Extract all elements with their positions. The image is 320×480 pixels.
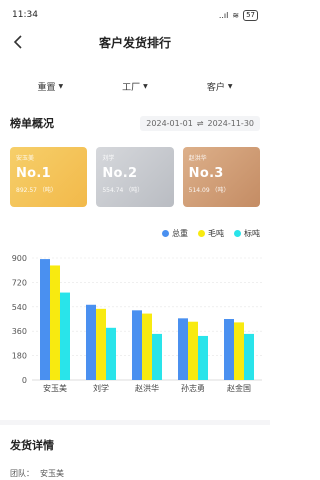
rank-card-name: 安玉美 [16, 155, 35, 162]
bar-standard [60, 292, 70, 380]
rank-card-rank: No.3 [188, 166, 224, 181]
bar-gross [142, 313, 152, 380]
battery-icon: 57 [243, 9, 258, 21]
detail-row: 团队： 安玉美 [10, 468, 64, 479]
date-start: 2024-01-01 [146, 118, 193, 128]
x-tick-label: 孙志勇 [181, 383, 205, 393]
bar-standard [244, 333, 254, 380]
rank-card-rank: No.2 [102, 166, 138, 181]
chevron-left-icon [13, 35, 22, 49]
chart-svg: 0 180 360 540 720 900 安玉美 刘学 赵洪华 孙志勇 赵金国 [12, 254, 262, 393]
details-title: 发货详情 [10, 439, 54, 452]
rank-card-name: 刘学 [102, 155, 115, 162]
overview-title: 榜单概况 [10, 117, 54, 130]
bar-standard [106, 327, 116, 380]
legend-label: 总重 [172, 228, 188, 238]
bar-total [224, 319, 234, 380]
y-tick-label: 720 [12, 278, 27, 287]
rank-card-name: 赵洪华 [188, 155, 207, 162]
x-tick-label: 刘学 [93, 383, 109, 393]
filter-bar: 重置 ▼ 工厂 ▼ 客户 ▼ [0, 76, 270, 96]
caret-down-icon: ▼ [58, 82, 64, 90]
rank-card-2[interactable]: 刘学 No.2 554.74 （吨） [96, 147, 174, 207]
bar-gross [234, 322, 244, 380]
date-end: 2024-11-30 [207, 118, 255, 128]
y-tick-label: 180 [12, 352, 27, 361]
bar-standard [152, 333, 162, 380]
filter-reset[interactable]: 重置 ▼ [38, 80, 64, 93]
nav-bar: 客户发货排行 [0, 30, 270, 54]
details-header: 发货详情 [10, 434, 54, 453]
ranking-cards: 安玉美 No.1 892.57 （吨） 刘学 No.2 554.74 （吨） 赵… [0, 147, 270, 207]
status-time: 11:34 [12, 10, 38, 20]
rank-card-amount: 892.57 （吨） [16, 187, 57, 194]
bar-standard [198, 335, 208, 380]
overview-header: 榜单概况 2024-01-01 ⇌ 2024-11-30 [0, 111, 270, 135]
filter-label: 客户 [206, 82, 225, 93]
filter-label: 重置 [37, 82, 56, 93]
bar-total [132, 310, 142, 380]
page-title: 客户发货排行 [98, 35, 171, 50]
swap-icon: ⇌ [196, 118, 204, 128]
filter-label: 工厂 [122, 82, 141, 93]
bar-gross [188, 321, 198, 380]
rank-card-3[interactable]: 赵洪华 No.3 514.09 （吨） [182, 147, 260, 207]
legend-dot [234, 229, 241, 237]
filter-factory[interactable]: 工厂 ▼ [122, 80, 148, 93]
section-divider [0, 420, 270, 425]
filter-customer[interactable]: 客户 ▼ [207, 80, 233, 93]
bar-gross [96, 308, 106, 380]
y-tick-label: 0 [22, 376, 27, 385]
legend-item-standard: 标吨 [234, 228, 260, 239]
bar-gross [50, 265, 60, 380]
y-tick-label: 540 [12, 303, 27, 312]
bar-total [178, 318, 188, 380]
rank-card-1[interactable]: 安玉美 No.1 892.57 （吨） [10, 147, 88, 207]
x-tick-label: 赵金国 [227, 383, 251, 393]
shipment-bar-chart: 0 180 360 540 720 900 安玉美 刘学 赵洪华 孙志勇 赵金国 [0, 248, 270, 398]
detail-row-label: 团队： [10, 469, 34, 478]
caret-down-icon: ▼ [227, 82, 233, 90]
legend-dot [162, 229, 169, 237]
detail-row-value: 安玉美 [40, 469, 64, 478]
rank-card-rank: No.1 [16, 166, 51, 181]
x-tick-label: 赵洪华 [135, 383, 159, 393]
legend-dot [198, 229, 205, 237]
legend-item-total: 总重 [162, 228, 188, 239]
wifi-icon: ≋ [232, 10, 240, 20]
rank-card-amount: 554.74 （吨） [102, 187, 144, 194]
bar-total [40, 259, 50, 380]
y-tick-label: 360 [12, 327, 27, 336]
chart-legend: 总重 毛吨 标吨 [0, 227, 270, 239]
rank-card-amount: 514.09 （吨） [188, 187, 230, 194]
caret-down-icon: ▼ [143, 82, 148, 90]
date-range-picker[interactable]: 2024-01-01 ⇌ 2024-11-30 [140, 115, 260, 131]
back-button[interactable] [8, 31, 28, 53]
legend-label: 毛吨 [208, 228, 224, 238]
x-tick-label: 安玉美 [43, 383, 67, 393]
legend-label: 标吨 [244, 228, 260, 238]
legend-item-gross: 毛吨 [198, 228, 224, 239]
status-bar: 11:34 ..ıl ≋ 57 [0, 0, 270, 30]
signal-icon: ..ıl [218, 10, 229, 20]
status-icons: ..ıl ≋ 57 [218, 9, 258, 21]
y-tick-label: 900 [12, 254, 27, 263]
bar-total [86, 304, 96, 380]
